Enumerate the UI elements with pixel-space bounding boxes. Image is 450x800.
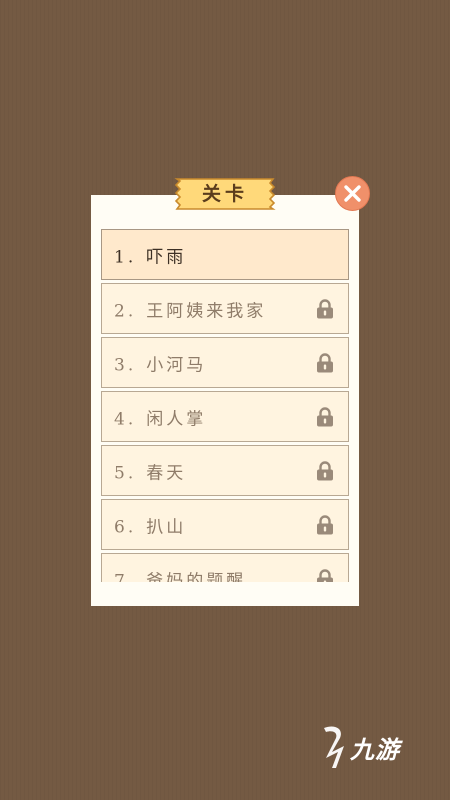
level-label: 2. 王阿姨来我家 [114,296,266,321]
level-name: 吓雨 [146,247,187,267]
level-name: 扒山 [146,517,187,537]
level-item[interactable]: 2. 王阿姨来我家 [101,283,349,334]
level-name: 春天 [146,463,187,483]
level-item[interactable]: 4. 闲人掌 [101,391,349,442]
lock-icon [317,352,333,372]
level-name: 王阿姨来我家 [146,301,267,321]
level-item[interactable]: 7. 爸妈的题醒 [101,553,349,582]
lock-icon [317,514,333,534]
level-label: 4. 闲人掌 [114,404,206,429]
dialog-title: 关卡 [201,183,248,205]
level-label: 5. 春天 [114,458,186,483]
lock-icon [317,298,333,318]
level-label: 3. 小河马 [114,350,206,375]
level-item[interactable]: 1. 吓雨 [101,229,349,280]
level-item[interactable]: 6. 扒山 [101,499,349,550]
level-number: 3. [114,355,137,375]
lock-icon [317,460,333,480]
level-name: 爸妈的题醒 [146,571,247,582]
level-number: 4. [114,409,137,429]
close-button[interactable] [334,175,371,212]
watermark-text: 九游 [350,736,400,764]
level-label: 7. 爸妈的题醒 [114,566,246,582]
level-number: 5. [114,463,137,483]
level-name: 闲人掌 [146,409,207,429]
level-item[interactable]: 3. 小河马 [101,337,349,388]
level-list[interactable]: 1. 吓雨 2. 王阿姨来我家 3. 小河马 4. 闲人掌 5. 春天 6. 扒山 7. 爸妈的题醒 [101,229,350,582]
level-number: 1. [114,247,137,267]
lock-icon [317,568,333,582]
level-label: 1. 吓雨 [114,242,186,267]
level-number: 6. [114,517,137,537]
level-label: 6. 扒山 [114,512,186,537]
lock-icon [317,406,333,426]
level-name: 小河马 [146,355,207,375]
level-item[interactable]: 5. 春天 [101,445,349,496]
level-select-panel: 1. 吓雨 2. 王阿姨来我家 3. 小河马 4. 闲人掌 5. 春天 6. 扒山 7. 爸妈的题醒 [91,195,359,606]
level-number: 7. [114,571,137,582]
level-number: 2. [114,301,137,321]
